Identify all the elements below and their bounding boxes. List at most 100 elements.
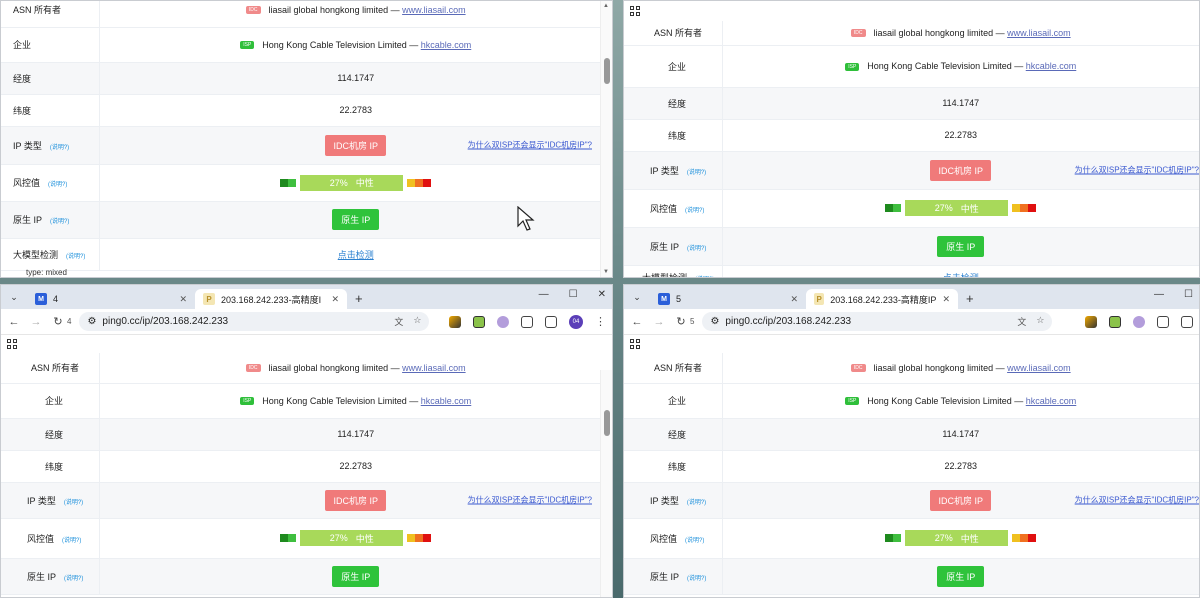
close-tab-icon[interactable]: ✕ bbox=[942, 294, 950, 305]
llm-test-link[interactable]: 点击检测 bbox=[338, 250, 374, 260]
minimize-icon[interactable]: — bbox=[1154, 289, 1164, 300]
llm-test-link[interactable]: 点击检测 bbox=[943, 273, 979, 278]
back-arrow-icon[interactable]: ← bbox=[630, 316, 644, 328]
ip-info-table: ASN 所有者 IDC liasail global hongkong limit… bbox=[1, 353, 612, 595]
native-ip-badge: 原生 IP bbox=[332, 565, 380, 587]
tab-active[interactable]: P 203.168.242.233-高精度IP地址 ✕ bbox=[806, 289, 958, 309]
extension-c-icon[interactable] bbox=[1133, 315, 1145, 328]
extension-a-icon[interactable] bbox=[1085, 315, 1097, 328]
company-link[interactable]: hkcable.com bbox=[421, 40, 472, 50]
ip-info-table: ASN 所有者 IDC liasail global hongkong limit… bbox=[624, 21, 1199, 278]
reload-icon[interactable]: ↻ bbox=[51, 315, 65, 328]
native-ip-help-link[interactable]: (说明?) bbox=[50, 219, 69, 225]
translate-icon[interactable]: 文 bbox=[1017, 315, 1026, 328]
bookmark-star-icon[interactable]: ☆ bbox=[413, 315, 421, 328]
llm-help-link[interactable]: (说明?) bbox=[66, 254, 85, 260]
risk-level: 中性 bbox=[960, 203, 979, 214]
native-ip-help-link[interactable]: (说明?) bbox=[687, 576, 706, 582]
apps-grid-icon[interactable] bbox=[7, 339, 17, 349]
tab-inactive[interactable]: M 5 ✕ bbox=[650, 289, 806, 309]
scroll-thumb[interactable] bbox=[604, 410, 610, 436]
risk-bar: 27% 中性 bbox=[905, 200, 1009, 216]
forward-arrow-icon[interactable]: → bbox=[652, 316, 666, 328]
ip-type-help-link[interactable]: (说明?) bbox=[687, 170, 706, 176]
extensions-puzzle-icon[interactable] bbox=[1157, 315, 1169, 328]
latitude-value: 22.2783 bbox=[99, 94, 612, 127]
isp-badge: ISP bbox=[845, 62, 860, 71]
tab-search-chevron-icon[interactable]: ⌄ bbox=[5, 288, 23, 306]
menu-dots-icon[interactable]: ⋮ bbox=[595, 315, 606, 328]
site-info-icon[interactable]: ⚙ bbox=[87, 316, 96, 327]
scroll-down-arrow-icon[interactable]: ▼ bbox=[603, 269, 609, 275]
asn-link[interactable]: www.liasail.com bbox=[402, 5, 466, 15]
maximize-icon[interactable]: ☐ bbox=[1184, 289, 1193, 300]
why-idc-link[interactable]: 为什么双ISP还会显示"IDC机房IP"? bbox=[468, 140, 592, 151]
extensions-puzzle-icon[interactable] bbox=[521, 315, 533, 328]
reload-icon[interactable]: ↻ bbox=[674, 315, 688, 328]
asn-link[interactable]: www.liasail.com bbox=[1007, 28, 1071, 38]
new-tab-plus-icon[interactable]: + bbox=[355, 291, 363, 306]
extension-b-icon[interactable] bbox=[1109, 315, 1121, 328]
company-link[interactable]: hkcable.com bbox=[1026, 396, 1077, 406]
maximize-icon[interactable]: ☐ bbox=[569, 289, 578, 300]
risk-label: 风控值 bbox=[13, 178, 41, 188]
side-panel-icon[interactable] bbox=[545, 315, 557, 328]
risk-bar: 27% 中性 bbox=[300, 174, 404, 191]
tab-search-chevron-icon[interactable]: ⌄ bbox=[628, 288, 646, 306]
native-ip-help-link[interactable]: (说明?) bbox=[687, 246, 706, 252]
asn-link[interactable]: www.liasail.com bbox=[402, 363, 466, 373]
profile-avatar[interactable]: 04 bbox=[569, 314, 583, 329]
risk-meter: 27% 中性 bbox=[885, 530, 1037, 546]
site-info-icon[interactable]: ⚙ bbox=[710, 316, 719, 327]
ip-type-help-link[interactable]: (说明?) bbox=[50, 145, 69, 151]
close-tab-icon[interactable]: ✕ bbox=[331, 294, 339, 305]
close-window-icon[interactable]: ✕ bbox=[598, 289, 606, 300]
scroll-thumb[interactable] bbox=[604, 58, 610, 84]
why-idc-link[interactable]: 为什么双ISP还会显示"IDC机房IP"? bbox=[1075, 495, 1199, 506]
close-tab-icon[interactable]: ✕ bbox=[790, 294, 798, 305]
ip-type-label: IP 类型 bbox=[27, 495, 56, 506]
address-bar[interactable]: ⚙ ping0.cc/ip/203.168.242.233 文 ☆ bbox=[702, 312, 1053, 331]
company-link[interactable]: hkcable.com bbox=[421, 396, 472, 406]
native-ip-help-link[interactable]: (说明?) bbox=[64, 576, 83, 582]
risk-help-link[interactable]: (说明?) bbox=[62, 538, 81, 544]
extension-a-icon[interactable] bbox=[449, 315, 461, 328]
tab-inactive[interactable]: M 4 ✕ bbox=[27, 289, 195, 309]
apps-grid-icon[interactable] bbox=[630, 6, 640, 16]
llm-help-link[interactable]: (说明?) bbox=[695, 277, 714, 278]
tab-active[interactable]: P 203.168.242.233-高精度IP地址 ✕ bbox=[195, 289, 347, 309]
risk-low-scale bbox=[280, 178, 297, 187]
asn-link[interactable]: www.liasail.com bbox=[1007, 363, 1071, 373]
risk-low-scale bbox=[885, 534, 902, 542]
address-bar[interactable]: ⚙ ping0.cc/ip/203.168.242.233 文 ☆ bbox=[79, 312, 430, 331]
close-tab-icon[interactable]: ✕ bbox=[179, 294, 187, 305]
why-idc-link[interactable]: 为什么双ISP还会显示"IDC机房IP"? bbox=[468, 495, 592, 506]
native-ip-label: 原生 IP bbox=[27, 571, 57, 582]
ip-type-help-link[interactable]: (说明?) bbox=[64, 500, 83, 506]
why-idc-link[interactable]: 为什么双ISP还会显示"IDC机房IP"? bbox=[1075, 165, 1199, 176]
back-arrow-icon[interactable]: ← bbox=[7, 316, 21, 328]
bookmark-star-icon[interactable]: ☆ bbox=[1036, 315, 1044, 328]
ip-type-help-link[interactable]: (说明?) bbox=[687, 500, 706, 506]
tab-active-title: 203.168.242.233-高精度IP地址 bbox=[830, 294, 937, 305]
tab-strip: ⌄ M 5 ✕ P 203.168.242.233-高精度IP地址 ✕ + — … bbox=[624, 285, 1199, 309]
translate-icon[interactable]: 文 bbox=[394, 315, 403, 328]
risk-help-link[interactable]: (说明?) bbox=[685, 208, 704, 214]
scrollbar[interactable]: ▲ ▼ bbox=[600, 1, 612, 277]
idc-badge: IDC bbox=[850, 29, 866, 38]
forward-arrow-icon[interactable]: → bbox=[29, 316, 43, 328]
side-panel-icon[interactable] bbox=[1181, 315, 1193, 328]
idc-badge: IDC bbox=[245, 364, 261, 373]
extension-b-icon[interactable] bbox=[473, 315, 485, 328]
apps-bar bbox=[624, 1, 1199, 21]
scrollbar[interactable] bbox=[600, 370, 612, 597]
risk-help-link[interactable]: (说明?) bbox=[48, 182, 67, 188]
apps-grid-icon[interactable] bbox=[630, 339, 640, 349]
extension-c-icon[interactable] bbox=[497, 315, 509, 328]
risk-percent: 27% bbox=[934, 533, 953, 543]
scroll-up-arrow-icon[interactable]: ▲ bbox=[603, 3, 609, 9]
risk-help-link[interactable]: (说明?) bbox=[685, 538, 704, 544]
minimize-icon[interactable]: — bbox=[539, 289, 549, 300]
new-tab-plus-icon[interactable]: + bbox=[966, 291, 974, 306]
company-link[interactable]: hkcable.com bbox=[1026, 61, 1077, 71]
